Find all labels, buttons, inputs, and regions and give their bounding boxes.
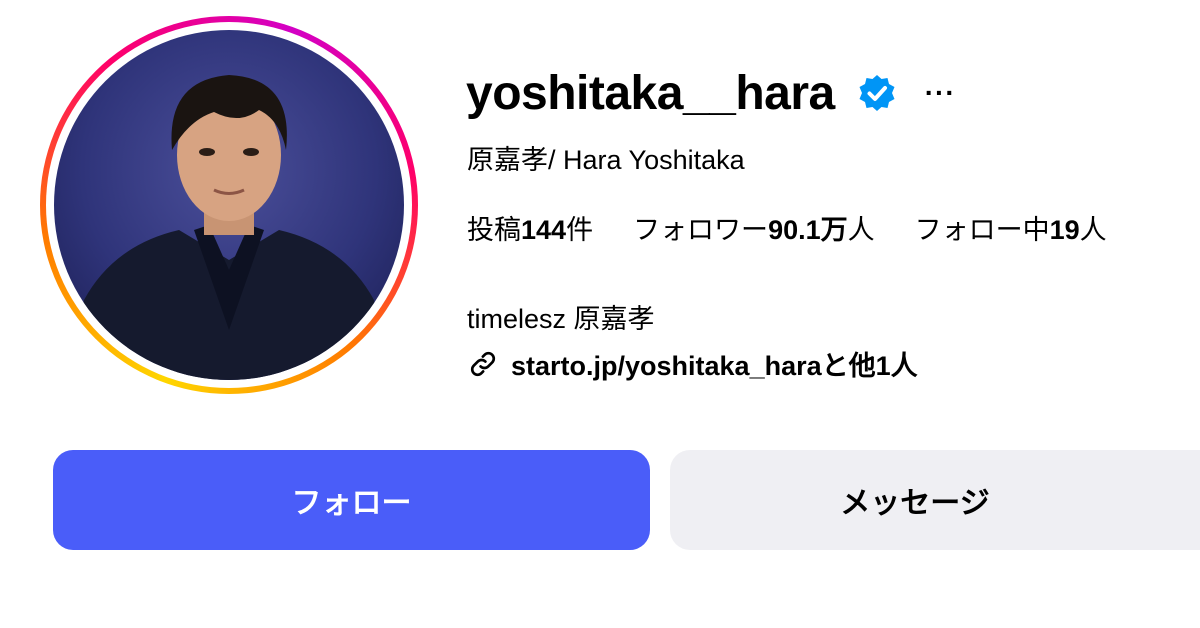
following-suffix: 人 bbox=[1079, 215, 1107, 245]
avatar[interactable] bbox=[54, 30, 404, 380]
posts-count[interactable]: 投稿144件 bbox=[467, 208, 593, 247]
posts-value: 144 bbox=[521, 215, 567, 245]
following-count[interactable]: フォロー中19人 bbox=[915, 208, 1107, 247]
followers-suffix: 人 bbox=[847, 215, 875, 245]
profile-link-text: starto.jp/yoshitaka_haraと他1人 bbox=[511, 351, 918, 381]
username: yoshitaka__hara bbox=[466, 66, 835, 120]
profile-avatar-story-ring[interactable] bbox=[40, 16, 418, 394]
link-icon bbox=[470, 351, 496, 376]
followers-label: フォロワー bbox=[633, 215, 769, 245]
message-button-label: メッセージ bbox=[840, 487, 990, 520]
followers-count[interactable]: フォロワー90.1万人 bbox=[633, 208, 875, 247]
bio: timelesz 原嘉孝 bbox=[467, 304, 655, 334]
verified-badge-icon bbox=[859, 75, 895, 111]
posts-label: 投稿 bbox=[467, 215, 521, 245]
following-value: 19 bbox=[1049, 215, 1080, 245]
follow-button[interactable]: フォロー bbox=[53, 450, 650, 550]
full-name: 原嘉孝/ Hara Yoshitaka bbox=[467, 145, 745, 175]
message-button[interactable]: メッセージ bbox=[670, 450, 1200, 550]
following-label: フォロー中 bbox=[914, 215, 1050, 245]
profile-link[interactable]: starto.jp/yoshitaka_haraと他1人 bbox=[467, 344, 918, 383]
avatar-photo-illustration bbox=[54, 30, 404, 380]
followers-value: 90.1万 bbox=[768, 215, 848, 245]
profile-stats: 投稿144件 フォロワー90.1万人 フォロー中19人 bbox=[467, 208, 1147, 247]
username-row: yoshitaka__hara ··· bbox=[466, 58, 962, 128]
posts-suffix: 件 bbox=[566, 215, 594, 245]
more-options-icon[interactable]: ··· bbox=[919, 79, 962, 107]
